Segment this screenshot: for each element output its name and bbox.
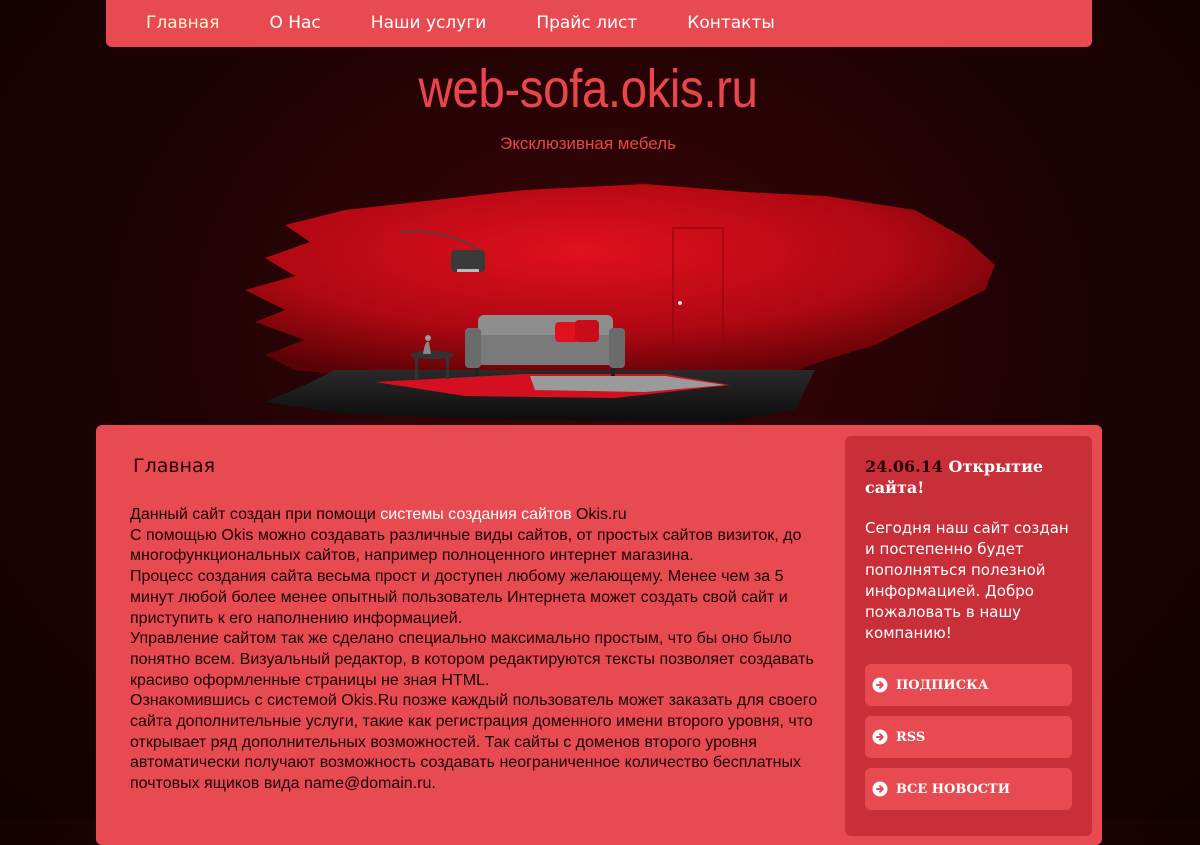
article-body: Данный сайт создан при помощи системы со… — [130, 505, 830, 795]
arrow-circle-right-icon — [872, 677, 888, 693]
nav-price-list[interactable]: Прайс лист — [511, 0, 662, 47]
nav-contacts[interactable]: Контакты — [662, 0, 800, 47]
article-paragraph-1: Данный сайт создан при помощи системы со… — [130, 505, 830, 526]
site-builder-link[interactable]: системы создания сайтов — [380, 506, 571, 523]
site-title[interactable]: web-sofa.okis.ru — [71, 58, 1106, 120]
rss-label: RSS — [896, 729, 926, 745]
article-paragraph-4: Управление сайтом так же сделано специал… — [130, 630, 814, 689]
all-news-label: ВСЕ НОВОСТИ — [896, 781, 1010, 797]
nav-home[interactable]: Главная — [106, 0, 244, 47]
news-date: 24.06.14 — [865, 457, 943, 476]
arrow-circle-right-icon — [872, 729, 888, 745]
rss-button[interactable]: RSS — [865, 716, 1072, 758]
main-panel: Главная Данный сайт создан при помощи си… — [96, 425, 1102, 845]
article-paragraph-5: Ознакомившись с системой Okis.Ru позже к… — [130, 692, 818, 793]
article-paragraph-3: Процесс создания сайта весьма прост и до… — [130, 568, 788, 627]
site-tagline: Эксклюзивная мебель — [500, 134, 676, 153]
subscribe-button[interactable]: ПОДПИСКА — [865, 664, 1072, 706]
subscribe-label: ПОДПИСКА — [896, 677, 989, 693]
all-news-button[interactable]: ВСЕ НОВОСТИ — [865, 768, 1072, 810]
article-text: Данный сайт создан при помощи — [130, 506, 381, 523]
nav-about[interactable]: О Нас — [244, 0, 345, 47]
article-paragraph-2: С помощью Okis можно создавать различные… — [130, 526, 802, 565]
banner-image — [245, 184, 995, 422]
news-sidebar: 24.06.14 Открытие сайта! Сегодня наш сай… — [845, 436, 1092, 836]
news-headline[interactable]: 24.06.14 Открытие сайта! — [865, 456, 1080, 498]
page-heading: Главная — [133, 455, 216, 477]
news-text: Сегодня наш сайт создан и постепенно буд… — [865, 519, 1069, 642]
arrow-circle-right-icon — [872, 781, 888, 797]
top-navigation: Главная О Нас Наши услуги Прайс лист Кон… — [106, 0, 1092, 47]
article-text: Okis.ru — [571, 506, 627, 523]
nav-services[interactable]: Наши услуги — [346, 0, 512, 47]
